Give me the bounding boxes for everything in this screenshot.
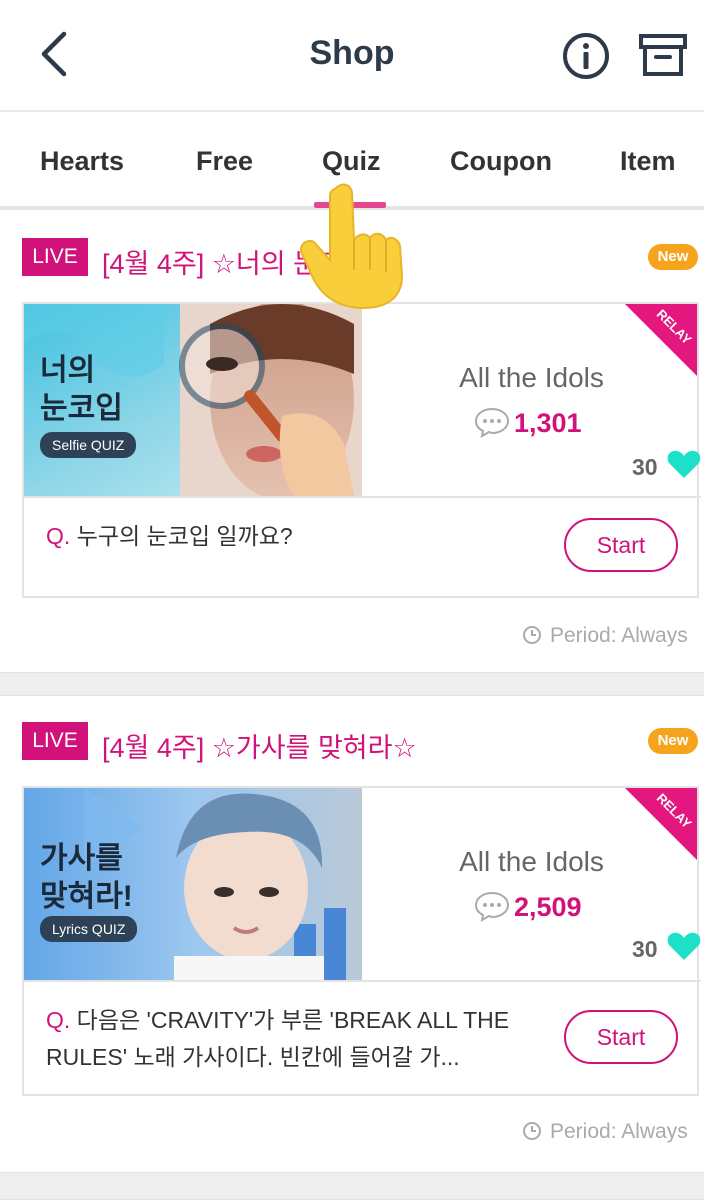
section-separator	[0, 1172, 704, 1200]
question-prefix: Q.	[46, 1007, 71, 1033]
quiz-thumbnail[interactable]: 가사를 맞혀라! Lyrics QUIZ	[24, 788, 362, 980]
quiz-card: LIVE [4월 4주] ☆가사를 맞혀라☆ New 가사를 맞혀라! Lyri…	[0, 696, 704, 1172]
group-name: All the Idols	[459, 846, 604, 877]
new-badge: New	[648, 728, 698, 754]
period-text: Period: Always	[550, 1120, 688, 1143]
divider	[24, 496, 701, 498]
quiz-question: Q. 다음은 'CRAVITY'가 부른 'BREAK ALL THE RULE…	[46, 1002, 556, 1076]
comment-icon	[474, 891, 510, 922]
pointing-hand-icon	[300, 183, 404, 310]
thumbnail-title-line1: 너의	[40, 354, 96, 387]
quiz-card-box[interactable]: 너의 눈코입 Selfie QUIZ RELAY All the Idols 1…	[22, 302, 701, 598]
thumbnail-title-line2: 맞혀라!	[40, 880, 133, 913]
heart-cost: 30	[632, 936, 658, 962]
heart-icon	[667, 450, 701, 478]
tab-item[interactable]: Item	[620, 146, 676, 177]
heart-icon	[667, 932, 701, 960]
live-badge: LIVE	[22, 722, 88, 760]
quiz-question: Q. 누구의 눈코입 일까요?	[46, 518, 566, 555]
period-text: Period: Always	[550, 624, 688, 647]
question-prefix: Q.	[46, 523, 71, 549]
quiz-card-box[interactable]: 가사를 맞혀라! Lyrics QUIZ RELAY All the Idols…	[22, 786, 701, 1096]
question-text: 누구의 눈코입 일까요?	[76, 523, 293, 549]
clock-icon	[523, 626, 541, 644]
comment-count: 2,509	[514, 892, 582, 922]
heart-cost: 30	[632, 454, 658, 480]
tab-coupon[interactable]: Coupon	[450, 146, 552, 177]
period-info: Period: Always	[522, 624, 688, 648]
archive-box-icon	[639, 34, 687, 76]
quiz-thumbnail[interactable]: 너의 눈코입 Selfie QUIZ	[24, 304, 362, 496]
quiz-title[interactable]: [4월 4주] ☆가사를 맞혀라☆	[102, 726, 417, 765]
storage-box-button[interactable]	[636, 30, 690, 82]
group-name: All the Idols	[459, 362, 604, 393]
live-badge: LIVE	[22, 238, 88, 276]
tab-free[interactable]: Free	[196, 146, 253, 177]
divider	[24, 980, 701, 982]
tab-hearts[interactable]: Hearts	[40, 146, 124, 177]
app-header: Shop	[0, 0, 704, 112]
period-info: Period: Always	[522, 1120, 688, 1144]
tab-quiz[interactable]: Quiz	[322, 146, 381, 177]
question-text: 다음은 'CRAVITY'가 부른 'BREAK ALL THE RULES' …	[46, 1007, 510, 1070]
thumbnail-title-line2: 눈코입	[40, 392, 123, 425]
comment-icon	[474, 407, 510, 438]
new-badge: New	[648, 244, 698, 270]
start-button[interactable]: Start	[564, 518, 678, 572]
thumbnail-tag: Lyrics QUIZ	[40, 916, 138, 942]
start-button[interactable]: Start	[564, 1010, 678, 1064]
info-circle-icon	[563, 33, 609, 79]
thumbnail-tag: Selfie QUIZ	[40, 432, 137, 458]
section-separator	[0, 672, 704, 696]
info-button[interactable]	[560, 30, 612, 82]
comment-count: 1,301	[514, 408, 582, 438]
thumbnail-title-line1: 가사를	[40, 842, 123, 875]
clock-icon	[523, 1122, 541, 1140]
